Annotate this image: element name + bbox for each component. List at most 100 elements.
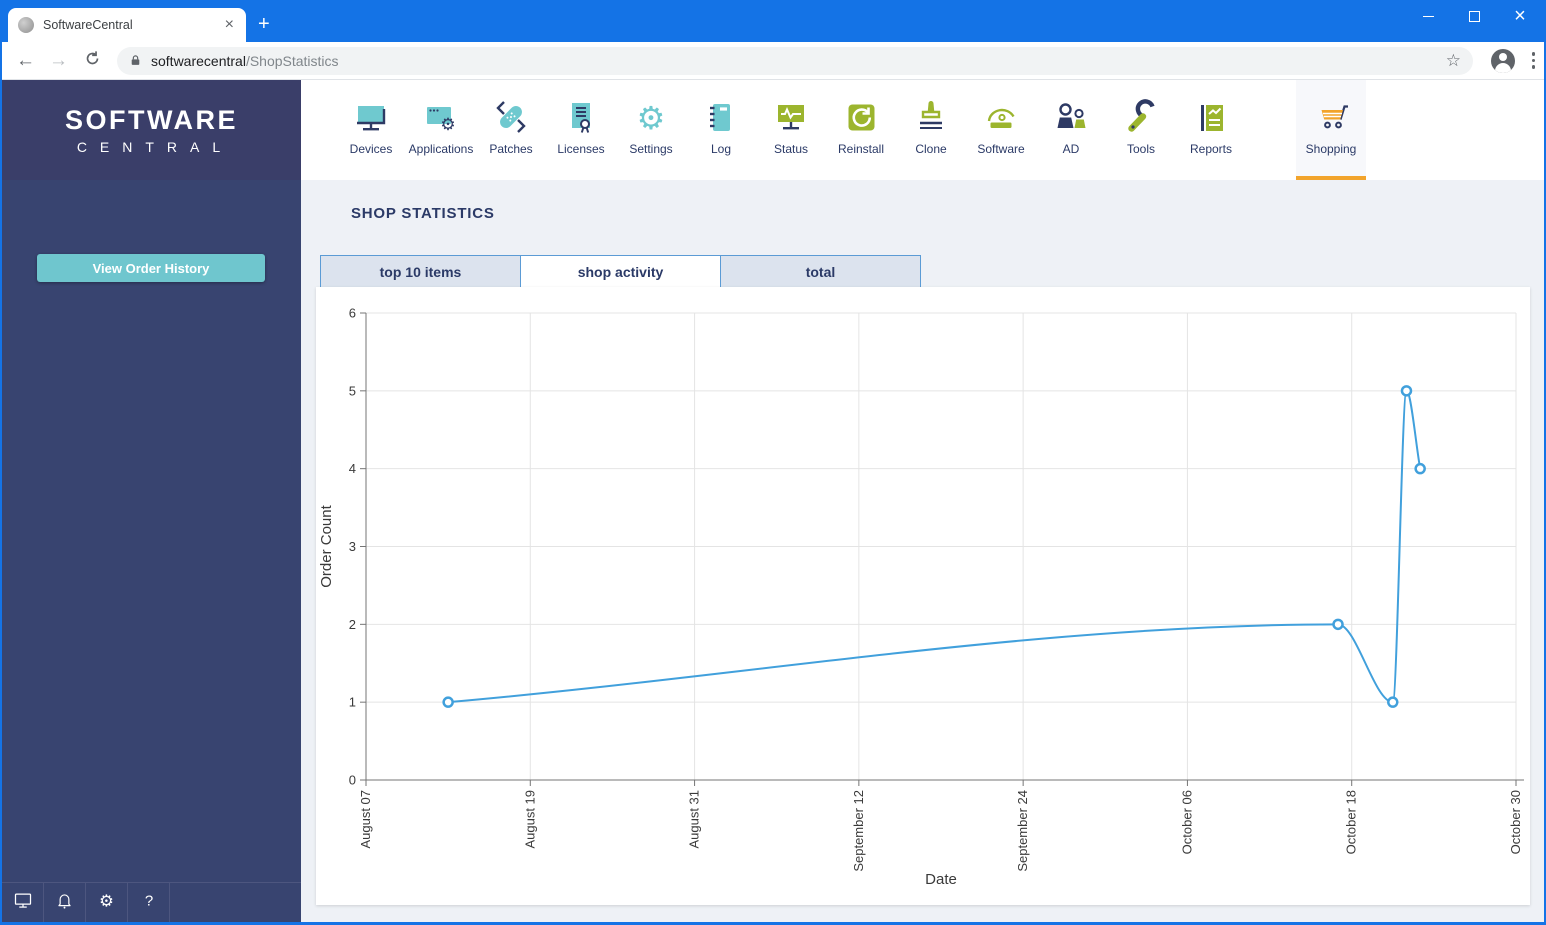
nav-item-software[interactable]: Software: [966, 80, 1036, 180]
data-point: [1387, 696, 1399, 708]
ad-icon: [1051, 98, 1091, 138]
tab-shop-activity[interactable]: shop activity: [520, 255, 721, 289]
nav-item-label: Applications: [408, 142, 474, 156]
profile-avatar[interactable]: [1491, 48, 1515, 73]
y-tick-label: 1: [349, 695, 356, 710]
tab-total[interactable]: total: [720, 255, 921, 288]
nav-item-label: Clone: [915, 142, 947, 156]
svg-text:?: ?: [144, 892, 152, 909]
data-point: [1414, 462, 1426, 475]
view-order-history-button[interactable]: View Order History: [37, 254, 265, 282]
browser-window: SoftwareCentral × + × ← → softwarecentra…: [0, 0, 1546, 925]
statistics-tabs: top 10 items shop activity total: [320, 255, 921, 289]
new-tab-button[interactable]: +: [258, 14, 270, 34]
url-bar[interactable]: softwarecentral/ShopStatistics ☆: [117, 46, 1473, 75]
y-tick-label: 0: [349, 773, 356, 788]
browser-menu-icon[interactable]: [1532, 52, 1536, 69]
nav-item-label: Settings: [629, 142, 673, 156]
page-content: SHOP STATISTICS top 10 items shop activit…: [301, 180, 1544, 922]
log-icon: [701, 98, 741, 138]
nav-item-reports[interactable]: Reports: [1176, 80, 1246, 180]
sidebar-footer-gear-button[interactable]: ⚙: [86, 883, 128, 922]
browser-toolbar: ← → softwarecentral/ShopStatistics ☆: [2, 42, 1544, 80]
nav-item-patches[interactable]: Patches: [476, 80, 546, 180]
y-axis-title: Order Count: [318, 504, 335, 587]
nav-item-label: AD: [1062, 142, 1080, 156]
reload-icon[interactable]: [84, 50, 101, 71]
x-tick-label: September 24: [1015, 790, 1030, 872]
x-tick-label: October 18: [1344, 790, 1359, 854]
nav-item-label: Patches: [489, 142, 533, 156]
clone-icon: [911, 98, 951, 138]
patches-icon: [491, 98, 531, 138]
status-icon: [771, 98, 811, 138]
browser-titlebar: SoftwareCentral × + ×: [0, 0, 1546, 42]
gear-icon: ⚙: [96, 890, 117, 916]
monitor-icon: [13, 890, 33, 915]
top-navigation: Devices ⚙ Applications Patches Licenses ⚙ Sett…: [301, 80, 1544, 180]
settings-icon: ⚙: [631, 98, 671, 138]
x-tick-label: August 19: [522, 790, 537, 849]
nav-item-clone[interactable]: Clone: [896, 80, 966, 180]
tools-icon: [1121, 98, 1161, 138]
x-tick-label: September 12: [851, 790, 866, 872]
x-tick-label: October 06: [1179, 790, 1194, 854]
nav-item-licenses[interactable]: Licenses: [546, 80, 616, 180]
reports-icon: [1191, 98, 1231, 138]
site-favicon: [18, 17, 34, 33]
tab-close-icon[interactable]: ×: [223, 17, 236, 33]
y-tick-label: 4: [349, 461, 356, 476]
data-point: [1400, 385, 1413, 397]
window-maximize-button[interactable]: [1451, 0, 1497, 32]
nav-item-settings[interactable]: ⚙ Settings: [616, 80, 686, 180]
nav-item-log[interactable]: Log: [686, 80, 756, 180]
nav-item-status[interactable]: Status: [756, 80, 826, 180]
tab-top-10-items[interactable]: top 10 items: [320, 255, 521, 288]
nav-item-devices[interactable]: Devices: [336, 80, 406, 180]
logo: SOFTWARE CENTRAL: [2, 80, 301, 180]
shopping-icon: [1311, 98, 1351, 138]
bell-icon: [55, 891, 74, 915]
y-tick-label: 6: [349, 306, 356, 321]
sidebar: SOFTWARE CENTRAL View Order History ⚙?: [2, 80, 301, 922]
sidebar-footer: ⚙?: [2, 882, 301, 922]
nav-item-label: Devices: [349, 142, 393, 156]
licenses-icon: [561, 98, 601, 138]
nav-item-ad[interactable]: AD: [1036, 80, 1106, 180]
nav-item-shopping[interactable]: Shopping: [1296, 80, 1366, 180]
y-tick-label: 5: [349, 383, 356, 398]
sidebar-footer-help-button[interactable]: ?: [128, 883, 170, 922]
nav-item-applications[interactable]: ⚙ Applications: [406, 80, 476, 180]
sidebar-footer-monitor-button[interactable]: [2, 883, 44, 922]
nav-item-label: Licenses: [557, 142, 605, 156]
x-tick-label: August 07: [358, 790, 373, 849]
help-icon: ?: [139, 890, 159, 915]
back-icon[interactable]: ←: [16, 51, 35, 70]
forward-icon[interactable]: →: [49, 51, 68, 70]
data-point: [1332, 618, 1344, 631]
chart-card: 0 1 2 3 4 5 6 August 07 August 19 August 31 Septem…: [316, 287, 1530, 905]
page-title: SHOP STATISTICS: [351, 205, 495, 222]
nav-item-label: Tools: [1126, 142, 1155, 156]
nav-item-reinstall[interactable]: Reinstall: [826, 80, 896, 180]
nav-item-label: Software: [977, 142, 1025, 156]
software-icon: [981, 98, 1021, 138]
nav-item-tools[interactable]: Tools: [1106, 80, 1176, 180]
lock-icon: [131, 55, 140, 65]
nav-item-label: Reinstall: [837, 142, 885, 156]
bookmark-star-icon[interactable]: ☆: [1446, 51, 1461, 71]
logo-line1: SOFTWARE: [65, 105, 238, 135]
url-text: softwarecentral/ShopStatistics: [151, 52, 339, 69]
x-tick-label: October 30: [1508, 790, 1523, 854]
sidebar-footer-bell-button[interactable]: [44, 883, 86, 922]
window-close-button[interactable]: ×: [1497, 0, 1543, 32]
nav-item-label: Status: [773, 142, 809, 156]
data-point: [442, 696, 454, 708]
window-minimize-button[interactable]: [1405, 0, 1451, 32]
shop-activity-chart: 0 1 2 3 4 5 6 August 07 August 19 August 31 Septem…: [318, 306, 1524, 888]
svg-text:⚙: ⚙: [99, 891, 114, 910]
applications-icon: ⚙: [421, 98, 461, 138]
x-tick-label: August 31: [687, 790, 702, 849]
y-tick-label: 3: [349, 539, 356, 554]
browser-tab[interactable]: SoftwareCentral ×: [8, 8, 246, 42]
